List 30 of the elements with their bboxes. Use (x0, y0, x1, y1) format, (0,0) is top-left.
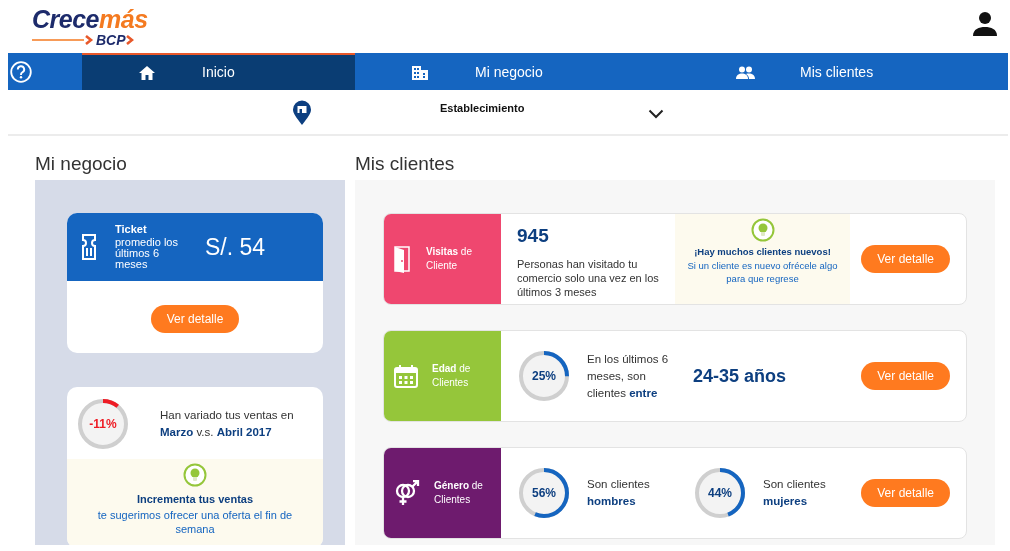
ticket-subtitle: promedio los últimos 6 meses (115, 237, 179, 270)
tip-title: ¡Hay muchos clientes nuevos! (693, 245, 832, 259)
gauge-text: Son clientes hombres (587, 477, 651, 509)
section-title: Mis clientes (355, 152, 456, 176)
nav-tab[interactable]: Mis clientes (680, 53, 1008, 90)
nav-tab[interactable]: Mi negocio (355, 53, 680, 90)
card-title: Visitas de Cliente (426, 245, 473, 273)
percent-label: 25% (532, 368, 556, 385)
logo-text: Crece (32, 5, 99, 33)
ticket-value: S/. 54 (205, 232, 266, 262)
percent-label: 44% (708, 485, 732, 502)
nav-tab[interactable]: Inicio (82, 53, 355, 90)
percent-label: 56% (532, 485, 556, 502)
gauge-text: Son clientes mujeres (763, 477, 827, 509)
card-title: Edad de Clientes (432, 362, 472, 390)
tip-text: te sugerimos ofrecer una oferta el fin de semana (96, 507, 294, 536)
tip-text: Si un cliente es nuevo ofrécele algo para que regrese (686, 259, 839, 286)
card-title: Género de Clientes (434, 479, 484, 507)
ticket-title: Ticket (115, 224, 148, 235)
percent-label: -11% (89, 416, 117, 433)
visit-text: Personas han visitado tu comercio solo una vez en los últimos 3 meses (517, 256, 660, 299)
section-title: Mi negocio (35, 152, 128, 176)
logo-text: BCP (96, 33, 126, 47)
tip-title: Incrementa tus ventas (135, 492, 255, 507)
establishment-dropdown[interactable]: Establecimiento (438, 98, 678, 128)
visit-count: 945 (517, 224, 550, 248)
logo-text: más (99, 5, 148, 33)
sales-text: Han variado tus ventas en Marzo v.s. Abril 2017 (160, 408, 295, 440)
age-range: 24-35 años (693, 364, 787, 388)
gauge-text: En los últimos 6 meses, son clientes entre (587, 351, 670, 401)
